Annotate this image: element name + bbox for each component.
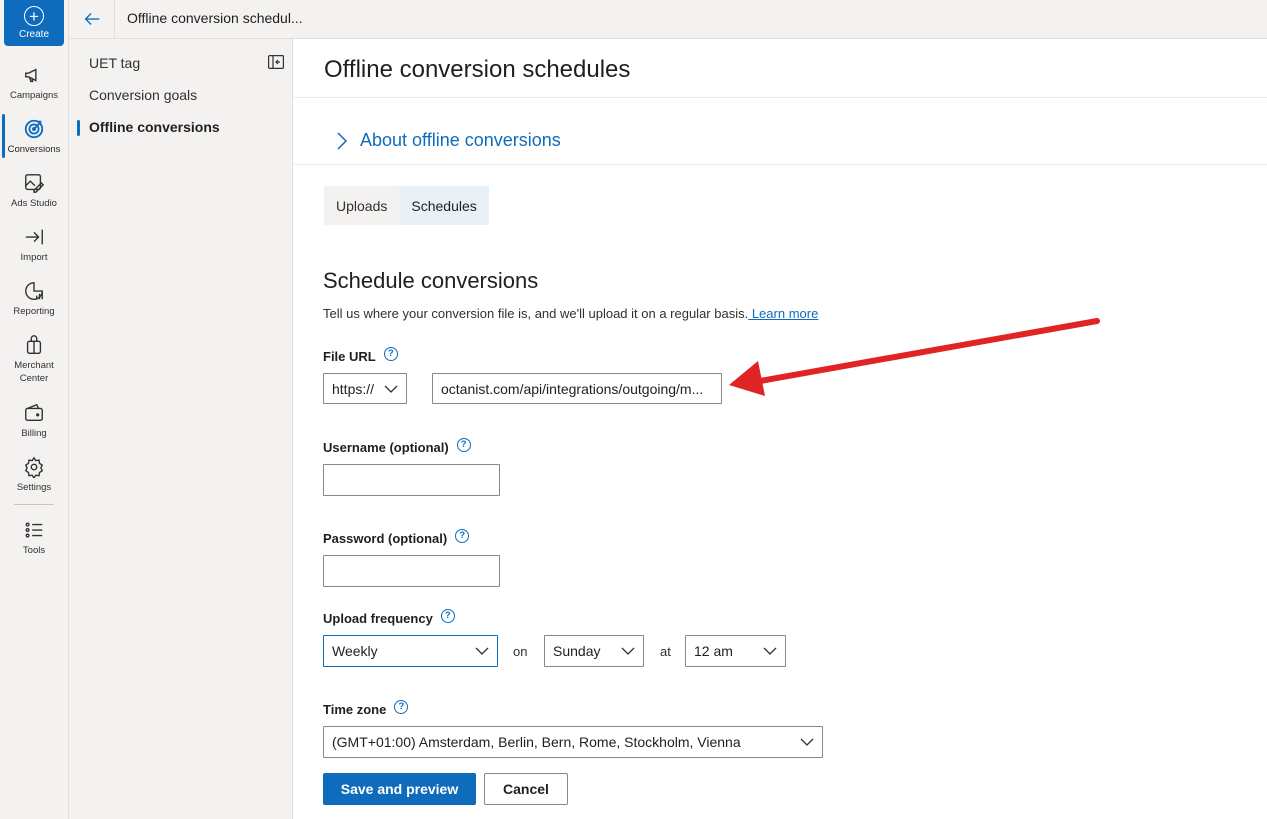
password-label-text: Password (optional) (323, 531, 448, 546)
help-icon[interactable]: ? (456, 437, 471, 452)
help-icon[interactable]: ? (394, 699, 409, 714)
top-bar: Offline conversion schedul... (69, 0, 1267, 39)
rail-label: Merchant Center (14, 360, 54, 384)
username-label: Username (optional) ? (323, 437, 471, 455)
frequency-select[interactable]: Weekly (323, 635, 498, 667)
username-input[interactable] (323, 464, 500, 496)
description-text: Tell us where your conversion file is, a… (323, 306, 749, 321)
subnav-item-uet-tag[interactable]: UET tag (89, 55, 140, 71)
topbar-title: Offline conversion schedul... (127, 10, 303, 26)
rail-label: Reporting (13, 306, 55, 317)
target-icon (24, 119, 44, 139)
about-label: About offline conversions (360, 130, 561, 150)
rail-item-merchant-center[interactable]: Merchant Center (0, 334, 68, 385)
save-and-preview-button[interactable]: Save and preview (323, 773, 476, 805)
time-zone-label-text: Time zone (323, 702, 387, 717)
subnav-item-offline-conversions[interactable]: Offline conversions (89, 119, 220, 135)
file-url-value: octanist.com/api/integrations/outgoing/m… (441, 380, 704, 397)
time-select[interactable]: 12 am (685, 635, 786, 667)
main-content: Offline conversion schedules About offli… (293, 39, 1267, 819)
rail-label: Tools (22, 545, 46, 556)
create-label: Create (18, 29, 49, 40)
divider (293, 164, 1267, 165)
create-button[interactable]: + Create (4, 0, 64, 46)
rail-label: Billing (21, 428, 47, 439)
about-offline-conversions-expander[interactable]: About offline conversions (335, 130, 561, 151)
chevron-down-icon (384, 385, 398, 393)
username-label-text: Username (optional) (323, 440, 449, 455)
shopping-bag-icon (26, 335, 42, 354)
section-description: Tell us where your conversion file is, a… (323, 306, 818, 321)
upload-frequency-label: Upload frequency ? (323, 608, 455, 626)
cancel-button[interactable]: Cancel (484, 773, 568, 805)
tools-list-icon (25, 522, 43, 538)
rail-item-campaigns[interactable]: Campaigns (0, 64, 68, 102)
rail-item-conversions[interactable]: Conversions (0, 114, 68, 158)
rail-label: Import (20, 252, 48, 263)
rail-label: Conversions (7, 144, 61, 155)
protocol-value: https:// (332, 380, 375, 397)
rail-item-reporting[interactable]: Reporting (0, 280, 68, 318)
back-arrow-icon[interactable] (81, 8, 103, 30)
rail-divider (14, 504, 54, 505)
collapse-pane-icon[interactable] (268, 55, 284, 69)
rail-label: Settings (16, 482, 52, 493)
image-edit-icon (25, 174, 45, 193)
page-title: Offline conversion schedules (324, 56, 631, 83)
chevron-down-icon (763, 647, 777, 655)
report-chart-icon (25, 282, 43, 300)
day-select[interactable]: Sunday (544, 635, 644, 667)
plus-icon: + (24, 6, 44, 26)
chevron-down-icon (621, 647, 635, 655)
secondary-nav: UET tag Conversion goals Offline convers… (69, 39, 293, 819)
chevron-right-icon (337, 131, 348, 150)
time-zone-select[interactable]: (GMT+01:00) Amsterdam, Berlin, Bern, Rom… (323, 726, 823, 758)
rail-item-settings[interactable]: Settings (0, 456, 68, 494)
on-label: on (513, 644, 528, 659)
chevron-down-icon (475, 647, 489, 655)
protocol-select[interactable]: https:// (323, 373, 407, 404)
chevron-down-icon (800, 738, 814, 746)
file-url-label: File URL ? (323, 346, 398, 364)
section-title: Schedule conversions (323, 268, 539, 293)
rail-item-ads-studio[interactable]: Ads Studio (0, 172, 68, 210)
wallet-icon (25, 403, 43, 422)
at-label: at (660, 644, 671, 659)
time-value: 12 am (694, 643, 733, 659)
help-icon[interactable]: ? (383, 346, 398, 361)
tab-bar: Uploads Schedules (324, 186, 489, 225)
upload-frequency-label-text: Upload frequency (323, 611, 433, 626)
day-value: Sunday (553, 643, 601, 659)
app-rail: + Create Campaigns Conversions Ads Studi… (0, 0, 69, 819)
file-url-label-text: File URL (323, 349, 376, 364)
divider (293, 97, 1267, 98)
password-input[interactable] (323, 555, 500, 587)
rail-item-import[interactable]: Import (0, 226, 68, 264)
topbar-divider (114, 0, 115, 38)
rail-label: Campaigns (9, 90, 59, 101)
learn-more-link[interactable]: Learn more (748, 306, 818, 321)
tab-schedules[interactable]: Schedules (399, 186, 489, 225)
import-arrow-icon (25, 229, 43, 245)
help-icon[interactable]: ? (440, 608, 455, 623)
rail-item-tools[interactable]: Tools (0, 519, 68, 557)
tab-uploads[interactable]: Uploads (324, 186, 399, 225)
time-zone-value: (GMT+01:00) Amsterdam, Berlin, Bern, Rom… (332, 734, 741, 750)
time-zone-label: Time zone ? (323, 699, 409, 717)
gear-icon (24, 456, 44, 478)
frequency-value: Weekly (332, 643, 378, 659)
active-indicator (77, 120, 80, 136)
megaphone-icon (25, 68, 37, 83)
file-url-input[interactable]: octanist.com/api/integrations/outgoing/m… (432, 373, 722, 404)
help-icon[interactable]: ? (455, 528, 470, 543)
subnav-item-conversion-goals[interactable]: Conversion goals (89, 87, 197, 103)
password-label: Password (optional) ? (323, 528, 470, 546)
rail-item-billing[interactable]: Billing (0, 402, 68, 440)
rail-label: Ads Studio (11, 198, 57, 209)
